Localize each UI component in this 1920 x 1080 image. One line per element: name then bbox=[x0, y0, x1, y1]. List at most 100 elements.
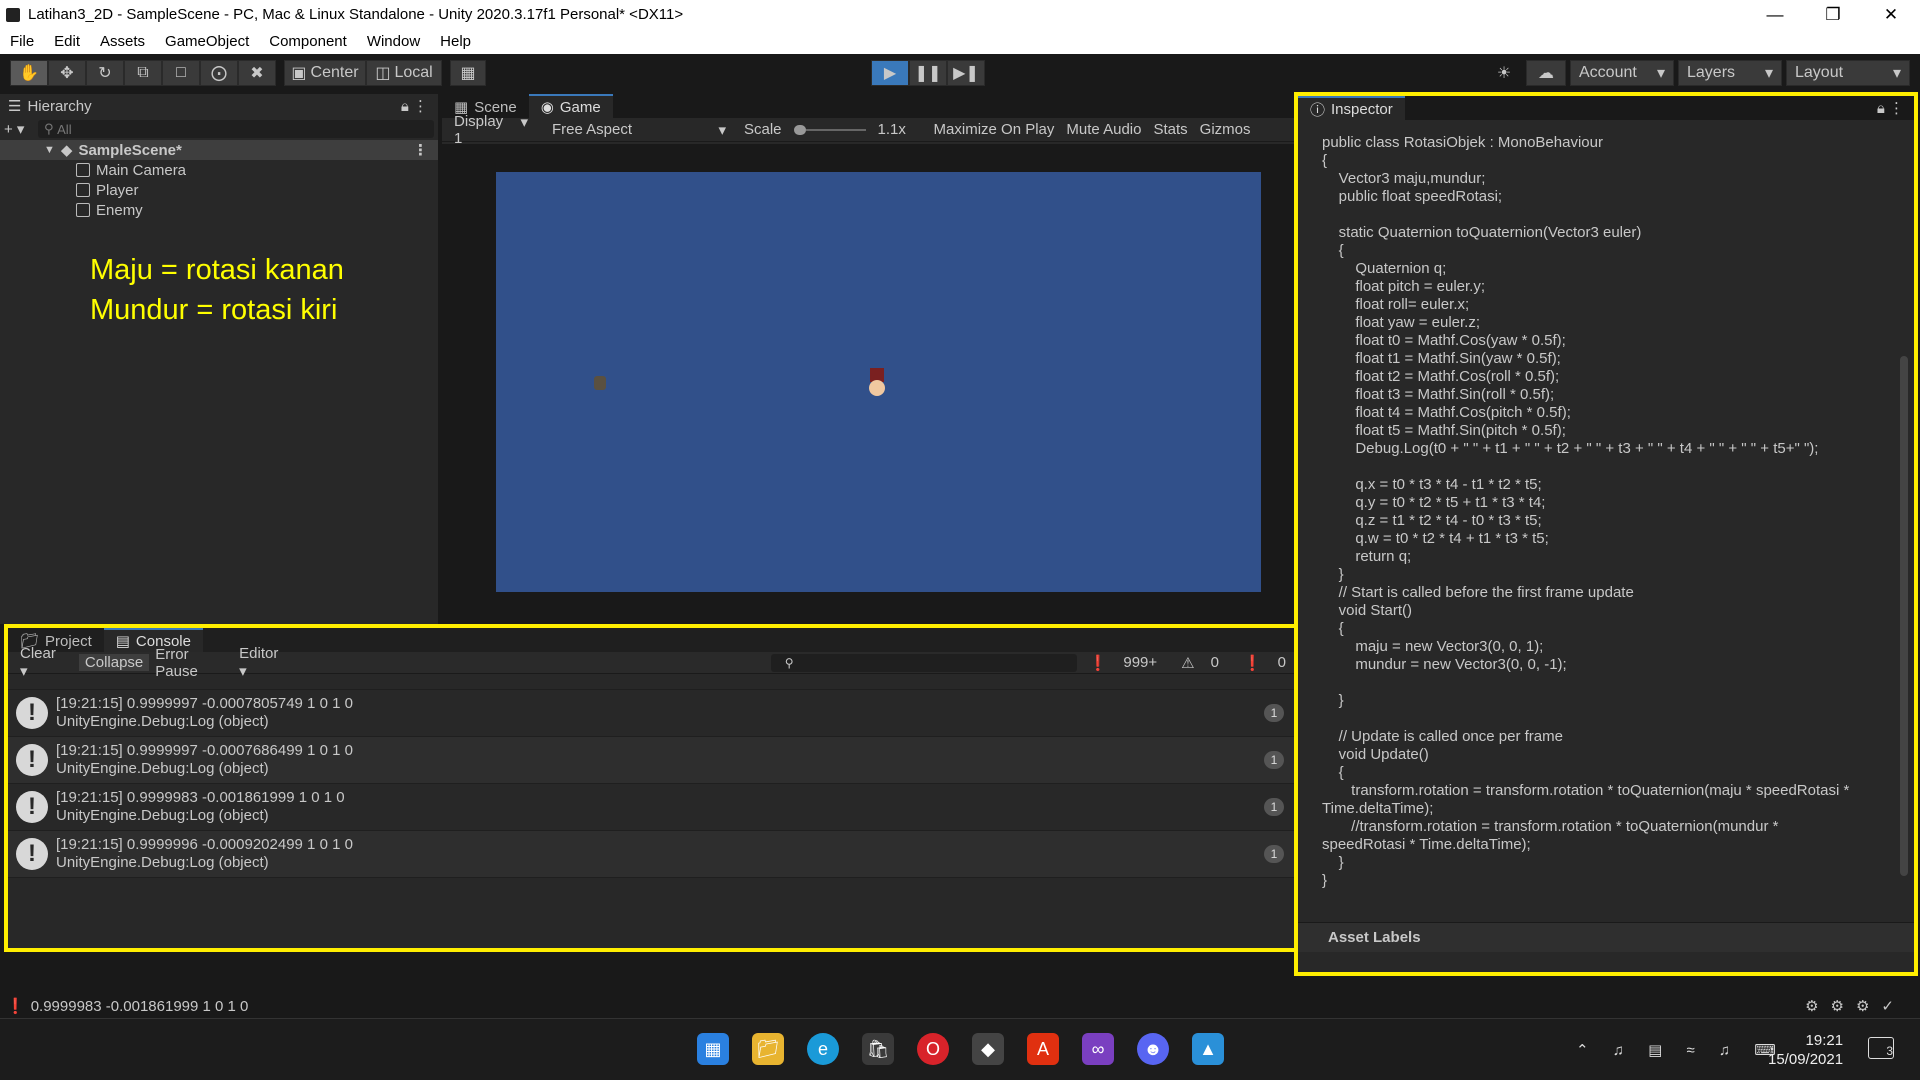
more-icon[interactable]: ⋮ bbox=[413, 141, 428, 159]
collab-icon[interactable]: ☀ bbox=[1486, 60, 1522, 86]
log-row[interactable]: ! [19:21:15] 0.9999983 -0.001861999 1 0 … bbox=[8, 784, 1298, 831]
menu-help[interactable]: Help bbox=[430, 33, 481, 50]
asset-labels-label: Asset Labels bbox=[1328, 929, 1421, 946]
stats-toggle[interactable]: Stats bbox=[1147, 121, 1193, 138]
visual-studio-icon[interactable]: ∞ bbox=[1082, 1033, 1114, 1065]
clock[interactable]: 19:21 15/09/2021 bbox=[1768, 1031, 1843, 1069]
log-message: [19:21:15] 0.9999997 -0.0007805749 1 0 1… bbox=[56, 695, 353, 712]
step-button[interactable]: ▶❚ bbox=[947, 60, 985, 86]
search-icon: ⚲ bbox=[784, 655, 794, 670]
status-text[interactable]: 0.9999983 -0.001861999 1 0 1 0 bbox=[31, 998, 249, 1015]
custom-tool-icon[interactable]: ✖ bbox=[238, 60, 276, 86]
log-row[interactable]: ! [19:21:15] 0.9999996 -0.0009202499 1 0… bbox=[8, 831, 1298, 878]
error-pause-toggle[interactable]: Error Pause bbox=[149, 646, 227, 680]
log-row[interactable]: ! [19:21:15] 0.9999997 -0.0007805749 1 0… bbox=[8, 690, 1298, 737]
asset-labels-header[interactable]: Asset Labels bbox=[1298, 922, 1914, 952]
clear-button[interactable]: Clear ▾ bbox=[8, 645, 79, 680]
play-button[interactable]: ▶ bbox=[871, 60, 909, 86]
tab-game[interactable]: ◉ Game bbox=[528, 94, 613, 118]
error-count-toggle[interactable]: ❗ 0 bbox=[1231, 654, 1298, 672]
warning-count-toggle[interactable]: ⚠ 0 bbox=[1169, 654, 1231, 672]
log-message: [19:21:15] 0.9999996 -0.0009202499 1 0 1… bbox=[56, 836, 353, 853]
search-placeholder: All bbox=[57, 121, 72, 137]
pivot-local-toggle[interactable]: ◫ Local bbox=[366, 60, 442, 86]
transform-tool-icon[interactable]: ⨀ bbox=[200, 60, 238, 86]
game-viewport[interactable] bbox=[442, 144, 1309, 624]
clock-date: 15/09/2021 bbox=[1768, 1051, 1844, 1068]
minimize-button[interactable]: — bbox=[1746, 0, 1804, 29]
game-render-area[interactable] bbox=[496, 172, 1261, 592]
scale-slider[interactable] bbox=[788, 124, 872, 135]
scale-label: Scale bbox=[744, 121, 782, 138]
info-icon: ❗ bbox=[6, 998, 25, 1015]
aspect-dropdown[interactable]: Free Aspect ▾ bbox=[540, 121, 738, 139]
console-icon: ▤ bbox=[115, 633, 130, 650]
hierarchy-tab[interactable]: Hierarchy bbox=[27, 98, 91, 115]
info-icon: ! bbox=[16, 838, 48, 870]
close-button[interactable]: ✕ bbox=[1862, 0, 1920, 29]
inspector-scrollbar[interactable] bbox=[1900, 356, 1908, 876]
script-code: public class RotasiObjek : MonoBehaviour… bbox=[1322, 134, 1850, 889]
photos-icon[interactable]: ▲ bbox=[1192, 1033, 1224, 1065]
hierarchy-item[interactable]: Player bbox=[0, 180, 438, 200]
menu-assets[interactable]: Assets bbox=[90, 33, 155, 50]
lock-icon[interactable]: 🔒︎ ⋮ bbox=[401, 97, 428, 115]
move-tool-icon[interactable]: ✥ bbox=[48, 60, 86, 86]
lock-icon[interactable]: 🔒︎ ⋮ bbox=[1877, 99, 1904, 117]
maximize-on-play-toggle[interactable]: Maximize On Play bbox=[928, 121, 1061, 138]
display-dropdown[interactable]: Display 1 ▾ bbox=[442, 113, 540, 147]
hierarchy-item[interactable]: Enemy bbox=[0, 200, 438, 220]
cloud-icon[interactable]: ☁ bbox=[1526, 60, 1566, 86]
gizmos-toggle[interactable]: Gizmos bbox=[1194, 121, 1257, 138]
inspector-tabs: ⓘ Inspector 🔒︎ ⋮ bbox=[1298, 96, 1914, 120]
tab-label: Game bbox=[559, 98, 601, 116]
layout-dropdown[interactable]: Layout ▾ bbox=[1786, 60, 1910, 86]
window-titlebar: Latihan3_2D - SampleScene - PC, Mac & Li… bbox=[0, 0, 1920, 29]
hierarchy-item[interactable]: Main Camera bbox=[0, 160, 438, 180]
hierarchy-search-input[interactable]: ⚲ All bbox=[38, 120, 434, 138]
hierarchy-panel: ☰ Hierarchy 🔒︎ ⋮ + ▾ ⚲ All ▼ ◆ SampleSce… bbox=[0, 94, 438, 624]
store-icon[interactable]: 🛍︎ bbox=[862, 1033, 894, 1065]
windows-taskbar: ▦ 📁︎ e 🛍︎ O ◆ A ∞ ☻ ▲ ⌃ ♫ ▤ ≈ ♫ ⌨ 19:21 … bbox=[0, 1018, 1920, 1080]
start-icon[interactable]: ▦ bbox=[697, 1033, 729, 1065]
mute-audio-toggle[interactable]: Mute Audio bbox=[1060, 121, 1147, 138]
edge-icon[interactable]: e bbox=[807, 1033, 839, 1065]
restore-button[interactable]: ❐ bbox=[1804, 0, 1862, 29]
menu-file[interactable]: File bbox=[0, 33, 44, 50]
opera-icon[interactable]: O bbox=[917, 1033, 949, 1065]
unity-icon[interactable]: ◆ bbox=[972, 1033, 1004, 1065]
tab-inspector[interactable]: ⓘ Inspector bbox=[1298, 96, 1405, 120]
add-icon[interactable]: + ▾ bbox=[4, 120, 38, 138]
file-explorer-icon[interactable]: 📁︎ bbox=[752, 1033, 784, 1065]
scene-root-item[interactable]: ▼ ◆ SampleScene* ⋮ bbox=[0, 140, 438, 160]
layout-label: Layout bbox=[1795, 64, 1844, 81]
discord-icon[interactable]: ☻ bbox=[1137, 1033, 1169, 1065]
info-icon: ! bbox=[16, 791, 48, 823]
notification-icon[interactable]: 3 bbox=[1868, 1037, 1894, 1059]
grid-snap-icon[interactable]: ▦ bbox=[450, 60, 486, 86]
menu-edit[interactable]: Edit bbox=[44, 33, 90, 50]
scene-name: SampleScene* bbox=[78, 141, 182, 159]
error-count: 0 bbox=[1277, 653, 1286, 671]
log-row[interactable]: ! [19:21:15] 0.9999997 -0.0007686499 1 0… bbox=[8, 737, 1298, 784]
account-dropdown[interactable]: Account ▾ bbox=[1570, 60, 1674, 86]
layers-dropdown[interactable]: Layers ▾ bbox=[1678, 60, 1782, 86]
slider-handle[interactable] bbox=[793, 124, 806, 135]
hand-tool-icon[interactable]: ✋ bbox=[10, 60, 48, 86]
pivot-center-toggle[interactable]: ▣ Center bbox=[284, 60, 366, 86]
acrobat-icon[interactable]: A bbox=[1027, 1033, 1059, 1065]
collapse-toggle[interactable]: Collapse bbox=[78, 654, 150, 671]
rotate-tool-icon[interactable]: ↻ bbox=[86, 60, 124, 86]
system-tray-icons[interactable]: ⌃ ♫ ▤ ≈ ♫ ⌨ bbox=[1576, 1041, 1786, 1059]
warning-icon: ⚠ bbox=[1181, 654, 1195, 672]
rect-tool-icon[interactable]: □ bbox=[162, 60, 200, 86]
menu-component[interactable]: Component bbox=[259, 33, 357, 50]
editor-dropdown[interactable]: Editor ▾ bbox=[227, 645, 301, 680]
log-count-toggle[interactable]: ❗ 999+ bbox=[1077, 654, 1169, 672]
console-search-input[interactable]: ⚲ bbox=[770, 653, 1077, 672]
pause-button[interactable]: ❚❚ bbox=[909, 60, 947, 86]
chevron-down-icon: ▾ bbox=[520, 113, 528, 131]
menu-window[interactable]: Window bbox=[357, 33, 430, 50]
menu-gameobject[interactable]: GameObject bbox=[155, 33, 259, 50]
scale-tool-icon[interactable]: ⧉ bbox=[124, 60, 162, 86]
